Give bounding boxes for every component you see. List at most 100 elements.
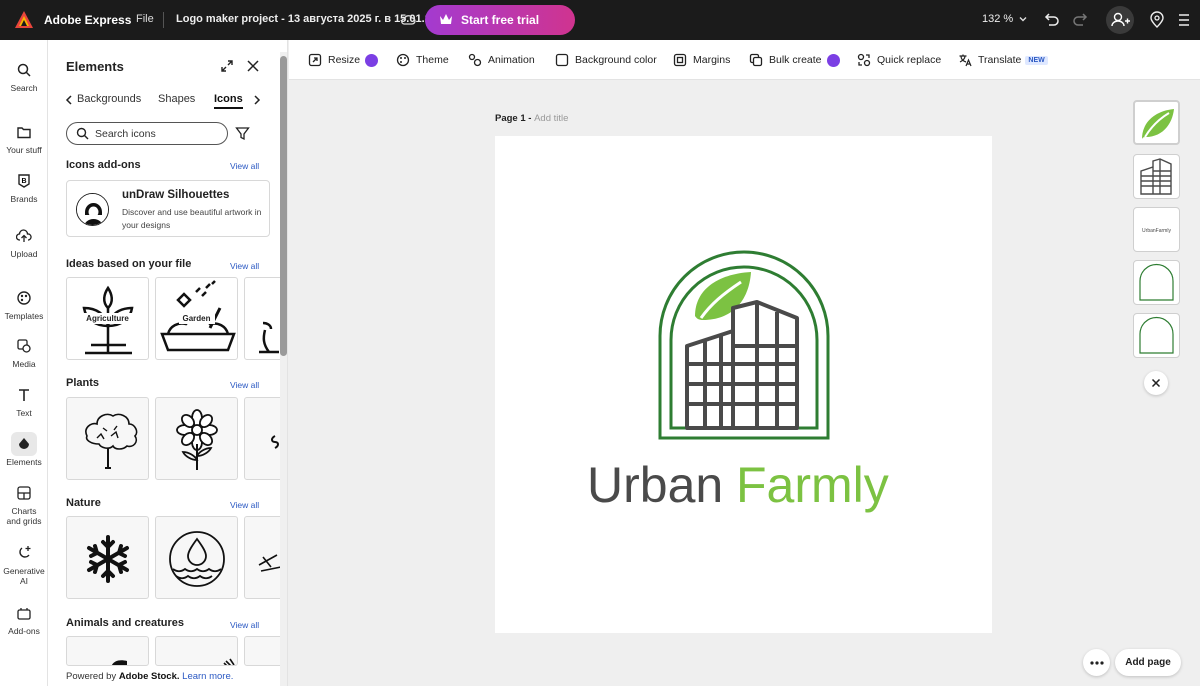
tab-icons[interactable]: Icons bbox=[214, 93, 243, 109]
icon-tile-tree[interactable] bbox=[66, 397, 149, 480]
file-menu[interactable]: File bbox=[136, 13, 154, 25]
rail-item-brands[interactable]: B Brands bbox=[0, 169, 48, 204]
more-options-button[interactable] bbox=[1083, 649, 1110, 676]
section-title-animals: Animals and creatures bbox=[66, 617, 184, 629]
chevron-down-icon[interactable] bbox=[1017, 13, 1029, 25]
margins-icon bbox=[673, 53, 687, 67]
rail-label: Your stuff bbox=[6, 145, 42, 155]
cloud-sync-icon[interactable] bbox=[400, 12, 416, 28]
artboard[interactable]: Urban Farmly bbox=[495, 136, 992, 633]
learn-more-link[interactable]: Learn more. bbox=[182, 671, 233, 682]
upload-icon bbox=[16, 229, 32, 242]
powered-prefix: Powered by bbox=[66, 671, 119, 682]
animation-icon bbox=[468, 53, 482, 67]
panel-scrollbar-thumb[interactable] bbox=[280, 56, 287, 356]
layer-thumb-building[interactable] bbox=[1133, 154, 1180, 199]
tab-shapes[interactable]: Shapes bbox=[158, 93, 195, 105]
icon-tile-garden[interactable]: Garden bbox=[155, 277, 238, 360]
quick-replace-icon bbox=[857, 53, 871, 67]
icon-tile-agriculture[interactable]: Agriculture bbox=[66, 277, 149, 360]
invite-button[interactable] bbox=[1106, 6, 1134, 34]
add-title-link[interactable]: Add title bbox=[534, 113, 568, 124]
rail-label: Search bbox=[10, 83, 38, 93]
rail-item-text[interactable]: Text bbox=[0, 383, 48, 418]
rail-item-generative-ai[interactable]: Generative AI bbox=[0, 541, 48, 586]
crown-icon bbox=[440, 14, 452, 24]
add-page-button[interactable]: Add page bbox=[1115, 649, 1181, 676]
wordmark-thumbnail: UrbanFarmly bbox=[1142, 228, 1171, 234]
section-title-nature: Nature bbox=[66, 497, 101, 509]
page-number: Page 1 - bbox=[495, 113, 532, 124]
rail-item-upload[interactable]: Upload bbox=[0, 224, 48, 259]
search-input[interactable] bbox=[95, 126, 223, 141]
project-title[interactable]: Logo maker project - 13 августа 2025 г. … bbox=[176, 13, 436, 25]
toolbar-label: Theme bbox=[416, 54, 449, 66]
view-all-link[interactable]: View all bbox=[230, 620, 259, 630]
rail-item-elements[interactable]: Elements bbox=[0, 432, 48, 467]
chevron-left-icon[interactable] bbox=[64, 94, 74, 106]
expand-icon[interactable] bbox=[220, 59, 234, 73]
addon-card-undraw[interactable]: unDraw Silhouettes Discover and use beau… bbox=[66, 180, 270, 237]
left-rail: Search Your stuff B Brands Upload Templa… bbox=[0, 40, 48, 686]
rail-label: Brands bbox=[10, 194, 38, 204]
view-all-link[interactable]: View all bbox=[230, 261, 259, 271]
start-free-trial-button[interactable]: Start free trial bbox=[425, 5, 575, 35]
icon-tile-flower[interactable] bbox=[155, 397, 238, 480]
layer-thumb-leaf[interactable] bbox=[1133, 100, 1180, 145]
powered-by-adobe-stock: Powered by Adobe Stock. Learn more. bbox=[66, 671, 233, 682]
rail-item-charts-and-grids[interactable]: Charts and grids bbox=[0, 481, 48, 526]
resize-button[interactable]: Resize bbox=[308, 53, 379, 67]
bulk-create-button[interactable]: Bulk create bbox=[749, 53, 840, 67]
view-all-link[interactable]: View all bbox=[230, 161, 259, 171]
close-layers-button[interactable] bbox=[1144, 371, 1168, 395]
layer-thumb-wordmark[interactable]: UrbanFarmly bbox=[1133, 207, 1180, 252]
theme-button[interactable]: Theme bbox=[396, 53, 449, 67]
animation-button[interactable]: Animation bbox=[468, 53, 535, 67]
bulk-create-icon bbox=[749, 53, 763, 67]
icon-tile-animal[interactable] bbox=[155, 636, 238, 666]
view-all-link[interactable]: View all bbox=[230, 500, 259, 510]
elements-panel: Elements Backgrounds Shapes Icons Icons … bbox=[48, 40, 288, 686]
urbanfarmly-logo[interactable]: Urban Farmly bbox=[495, 136, 992, 633]
undo-icon[interactable] bbox=[1042, 11, 1060, 29]
logo-wordmark-farmly: Farmly bbox=[736, 457, 889, 513]
rail-item-add-ons[interactable]: Add-ons bbox=[0, 601, 48, 636]
rail-label: Media bbox=[12, 359, 36, 369]
account-menu-icon[interactable] bbox=[1175, 11, 1193, 29]
margins-button[interactable]: Margins bbox=[673, 53, 730, 67]
layer-thumb-arch-outer[interactable] bbox=[1133, 260, 1180, 305]
resize-icon bbox=[308, 53, 322, 67]
redo-icon[interactable] bbox=[1072, 11, 1090, 29]
toolbar-label: Bulk create bbox=[769, 54, 822, 66]
zoom-level[interactable]: 132 % bbox=[982, 13, 1013, 25]
app-name[interactable]: Adobe Express bbox=[44, 13, 131, 27]
icon-search-field[interactable] bbox=[66, 122, 228, 145]
rail-label: Elements bbox=[6, 457, 42, 467]
rail-item-your-stuff[interactable]: Your stuff bbox=[0, 120, 48, 155]
quick-replace-button[interactable]: Quick replace bbox=[857, 53, 941, 67]
chevron-right-icon[interactable] bbox=[252, 94, 262, 106]
building-icon bbox=[685, 300, 799, 430]
tab-backgrounds[interactable]: Backgrounds bbox=[77, 93, 141, 105]
avatar bbox=[76, 193, 109, 226]
layer-thumb-arch-inner[interactable] bbox=[1133, 313, 1180, 358]
icon-tile-animal[interactable] bbox=[66, 636, 149, 666]
rail-item-media[interactable]: Media bbox=[0, 334, 48, 369]
arch-icon bbox=[1139, 263, 1174, 301]
icon-tile-snowflake[interactable] bbox=[66, 516, 149, 599]
background-color-button[interactable]: Background color bbox=[555, 53, 657, 67]
filter-icon[interactable] bbox=[235, 126, 250, 141]
icon-tile-water[interactable] bbox=[155, 516, 238, 599]
ellipsis-icon bbox=[1089, 660, 1104, 665]
rail-label: Charts and grids bbox=[6, 506, 42, 526]
location-pin-icon[interactable] bbox=[1148, 11, 1166, 29]
charts-icon bbox=[17, 486, 31, 500]
view-all-link[interactable]: View all bbox=[230, 380, 259, 390]
toolbar-label: Resize bbox=[328, 54, 361, 66]
tile-label: Agriculture bbox=[82, 313, 133, 324]
rail-item-templates[interactable]: Templates bbox=[0, 286, 48, 321]
translate-button[interactable]: Translate NEW bbox=[958, 53, 1048, 67]
adobe-express-logo-icon[interactable] bbox=[14, 10, 34, 30]
rail-item-search[interactable]: Search bbox=[0, 58, 48, 93]
close-icon[interactable] bbox=[246, 59, 260, 73]
